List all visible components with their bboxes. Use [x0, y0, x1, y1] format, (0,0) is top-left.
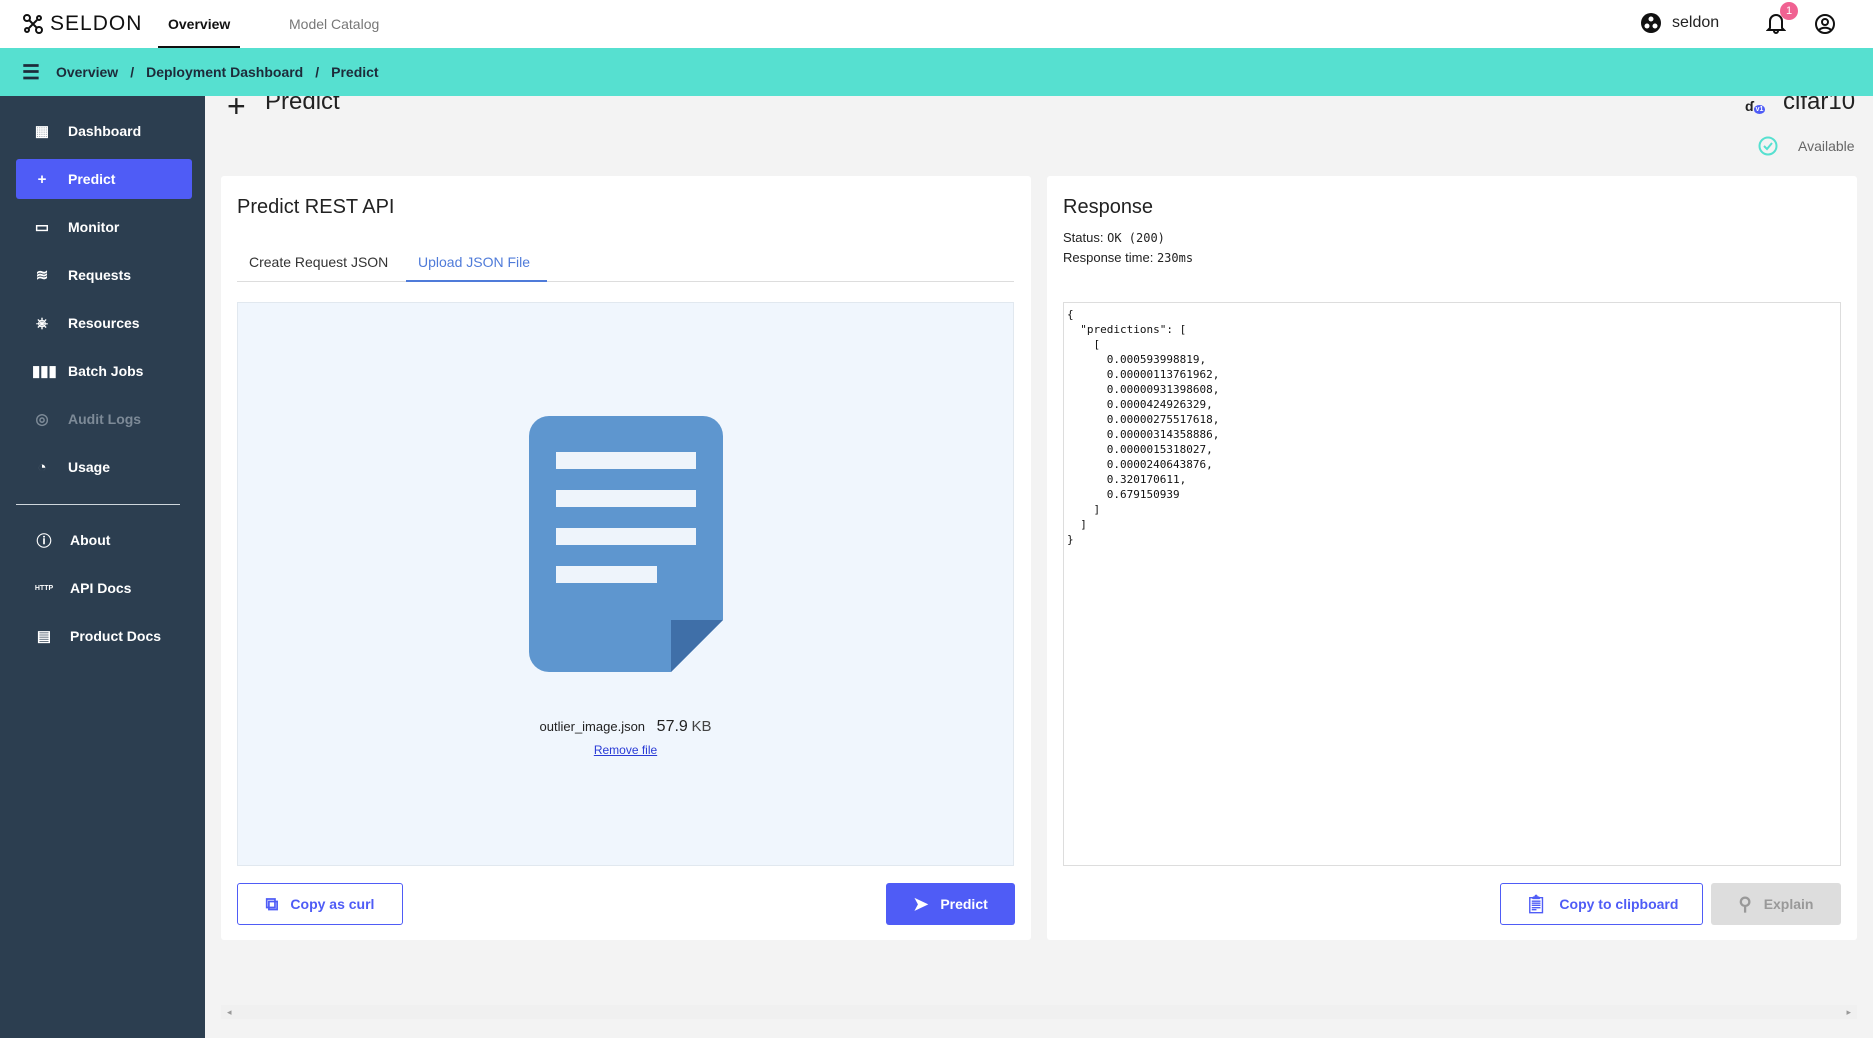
tab-create-request-json[interactable]: Create Request JSON: [237, 242, 400, 282]
file-info: outlier_image.json 57.9 KB: [238, 718, 1013, 736]
sidebar-item-label: Requests: [68, 267, 132, 283]
sidebar-item-usage[interactable]: ◔ Usage: [16, 447, 192, 487]
notifications-button[interactable]: 1: [1765, 2, 1798, 39]
org-icon: [1641, 13, 1661, 33]
time-value: 230ms: [1156, 251, 1194, 265]
info-icon: ⓘ: [36, 532, 52, 550]
sidebar-item-dashboard[interactable]: ▦ Dashboard: [16, 111, 192, 151]
account-icon: [1815, 14, 1835, 34]
model-name: cifar10: [1783, 96, 1856, 115]
sidebar-item-api-docs[interactable]: HTTP API Docs: [16, 568, 192, 608]
response-time: Response time: 230ms: [1063, 250, 1193, 265]
status-label: Status:: [1063, 230, 1104, 245]
sidebar: ▦ Dashboard + Predict ▭ Monitor ≋ Requests ⎈…: [0, 96, 205, 1038]
card-title: Response: [1063, 196, 1154, 218]
model-icon: ɗ v1: [1745, 98, 1766, 114]
sidebar-item-batch-jobs[interactable]: ▮▮▮ Batch Jobs: [16, 351, 192, 391]
file-size-unit: KB: [691, 718, 712, 735]
sidebar-item-label: Dashboard: [68, 123, 142, 139]
sidebar-item-label: Predict: [68, 171, 116, 187]
scroll-left-icon[interactable]: ◂: [227, 1007, 232, 1018]
notification-badge: 1: [1780, 2, 1798, 20]
logo-text: SELDON: [50, 12, 143, 35]
time-label: Response time:: [1063, 250, 1154, 265]
button-label: Explain: [1763, 896, 1814, 912]
button-label: Copy to clipboard: [1559, 896, 1679, 912]
audit-icon: ◎: [35, 411, 49, 428]
breadcrumb-deployment-dashboard[interactable]: Deployment Dashboard: [146, 64, 303, 80]
sidebar-item-label: Batch Jobs: [68, 363, 144, 379]
seldon-logo[interactable]: SELDON: [22, 12, 142, 36]
explain-button: ⚲ Explain: [1711, 883, 1841, 925]
username: seldon: [1672, 14, 1720, 31]
check-circle-icon: [1758, 136, 1778, 156]
remove-file-link[interactable]: Remove file: [238, 743, 1013, 757]
sidebar-item-predict[interactable]: + Predict: [16, 159, 192, 199]
model-status: Available: [1758, 136, 1855, 156]
kubernetes-icon: ⎈: [35, 314, 48, 332]
requests-icon: ≋: [35, 267, 49, 284]
send-icon: ➤: [913, 893, 929, 914]
sidebar-item-audit-logs: ◎ Audit Logs: [16, 399, 192, 439]
file-icon: [529, 416, 723, 672]
tab-upload-json-file[interactable]: Upload JSON File: [406, 242, 547, 282]
plus-icon: +: [37, 170, 47, 188]
http-icon: HTTP: [34, 584, 54, 592]
button-label: Copy as curl: [290, 896, 375, 912]
file-name: outlier_image.json: [539, 719, 646, 734]
breadcrumb: ☰ Overview / Deployment Dashboard / Predic…: [0, 48, 1873, 96]
horizontal-scrollbar[interactable]: ◂ ▸: [221, 1005, 1857, 1019]
dashboard-icon: ▦: [34, 123, 50, 140]
sidebar-item-label: About: [70, 532, 111, 548]
monitor-icon: ▭: [34, 219, 50, 236]
breadcrumb-overview[interactable]: Overview: [56, 64, 118, 80]
scroll-right-icon[interactable]: ▸: [1846, 1007, 1851, 1018]
clipboard-icon: 📋︎: [1524, 893, 1548, 914]
sidebar-divider: [16, 504, 180, 505]
copy-as-curl-button[interactable]: ⧉ Copy as curl: [237, 883, 403, 925]
sidebar-item-monitor[interactable]: ▭ Monitor: [16, 207, 192, 247]
menu-icon[interactable]: ☰: [22, 60, 40, 85]
file-drop-zone[interactable]: outlier_image.json 57.9 KB Remove file: [237, 302, 1014, 866]
nav-tab-model-catalog[interactable]: Model Catalog: [289, 0, 379, 48]
search-icon: ⚲: [1738, 893, 1752, 914]
sidebar-item-label: Product Docs: [70, 628, 162, 644]
predict-icon: +: [227, 96, 246, 124]
top-bar: SELDON Overview Model Catalog seldon 1: [0, 0, 1873, 48]
breadcrumb-predict: Predict: [331, 64, 379, 80]
sidebar-item-label: Audit Logs: [68, 411, 142, 427]
sidebar-item-about[interactable]: ⓘ About: [16, 520, 192, 560]
page-header: + Predict ɗ v1 cifar10: [205, 96, 1873, 126]
sidebar-item-requests[interactable]: ≋ Requests: [16, 255, 192, 295]
sidebar-item-label: API Docs: [70, 580, 132, 596]
nav-tab-overview[interactable]: Overview: [158, 0, 241, 48]
sidebar-item-label: Resources: [68, 315, 140, 331]
version-badge: v1: [1753, 105, 1766, 114]
account-button[interactable]: [1814, 13, 1836, 40]
button-label: Predict: [940, 896, 988, 912]
request-tabs: Create Request JSON Upload JSON File: [237, 242, 1014, 282]
sidebar-item-resources[interactable]: ⎈ Resources: [16, 303, 192, 343]
response-status: Status: OK (200): [1063, 230, 1165, 245]
gauge-icon: ◔: [37, 458, 47, 476]
predict-button[interactable]: ➤ Predict: [886, 883, 1015, 925]
copy-to-clipboard-button[interactable]: 📋︎ Copy to clipboard: [1500, 883, 1703, 925]
sidebar-item-label: Usage: [68, 459, 111, 475]
response-card: Response Status: OK (200) Response time:…: [1047, 176, 1857, 940]
file-size: 57.9: [656, 718, 688, 735]
page-title: Predict: [265, 96, 340, 115]
predict-card: Predict REST API Create Request JSON Upl…: [221, 176, 1031, 940]
seldon-logo-icon: [23, 14, 43, 34]
user-menu[interactable]: seldon: [1640, 12, 1719, 34]
status-text: Available: [1798, 138, 1855, 154]
docs-icon: ▤: [36, 628, 52, 645]
sidebar-item-label: Monitor: [68, 219, 120, 235]
sidebar-item-product-docs[interactable]: ▤ Product Docs: [16, 616, 192, 656]
card-title: Predict REST API: [237, 196, 395, 218]
batch-icon: ▮▮▮: [32, 363, 57, 380]
response-json[interactable]: { "predictions": [ [ 0.000593998819, 0.0…: [1063, 302, 1841, 866]
status-value: OK (200): [1107, 231, 1165, 245]
copy-icon: ⧉: [265, 893, 279, 914]
